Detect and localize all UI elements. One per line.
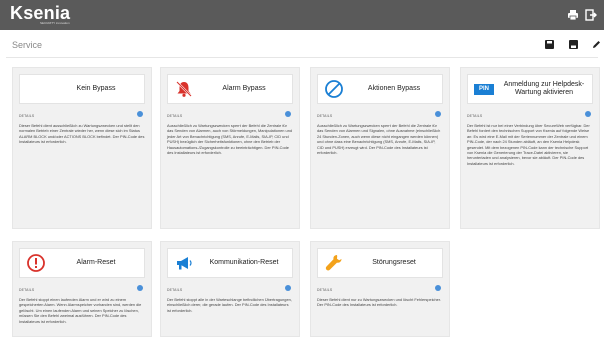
page-title: Service [12,40,43,50]
info-icon[interactable] [137,111,143,117]
card-header[interactable]: Kein Bypass [19,74,145,104]
card-kein-bypass[interactable]: Kein Bypass DETAILS Dieser Befehl dient … [12,67,152,229]
logo-tagline: SECURITY innovation [40,21,70,25]
card-header[interactable]: Kommunikation-Reset [167,248,293,278]
card-header[interactable]: Alarm Bypass [167,74,293,104]
info-icon[interactable] [285,285,291,291]
details-label: DETAILS [19,288,35,292]
card-header[interactable]: Störungsreset [317,248,443,278]
card-description: Ausschließlich zu Wartungszwecken sperrt… [167,123,293,156]
details-label: DETAILS [167,288,183,292]
pin-icon: PIN [474,84,494,95]
details-label: DETAILS [19,114,35,118]
info-icon[interactable] [285,111,291,117]
card-title: Alarm Bypass [222,85,266,92]
details-label: DETAILS [467,114,483,118]
card-alarm-reset[interactable]: Alarm-Reset DETAILS Der Befehl stoppt ei… [12,241,152,337]
save-icon[interactable] [545,40,554,49]
save-as-icon[interactable] [569,40,578,49]
card-description: Dieser Befehl dient nur zu Wartungszweck… [317,297,441,308]
logout-icon[interactable] [585,9,597,21]
card-kommunikation-reset[interactable]: Kommunikation-Reset DETAILS Der Befehl s… [160,241,300,337]
card-description: Dieser Befehl dient ausschließlich zu Wa… [19,123,145,145]
card-header[interactable]: Alarm-Reset [19,248,145,278]
card-title: Anmeldung zur Helpdesk-Wartung aktiviere… [503,81,585,96]
edit-pencil-icon[interactable] [592,40,601,49]
card-description: Der Befehl stoppt einen laufenden Alarm … [19,297,142,324]
card-stoerungsreset[interactable]: Störungsreset DETAILS Dieser Befehl dien… [310,241,450,337]
block-icon [325,80,343,98]
details-label: DETAILS [167,114,183,118]
card-description: Der Befehl stoppt alle in der Warteschla… [167,297,292,313]
card-title: Kommunikation-Reset [209,259,279,266]
info-icon[interactable] [585,111,591,117]
info-icon[interactable] [435,285,441,291]
blank-icon [26,79,46,99]
details-label: DETAILS [317,114,333,118]
info-icon[interactable] [435,111,441,117]
card-header[interactable]: PIN Anmeldung zur Helpdesk-Wartung aktiv… [467,74,593,104]
card-description: Ausschließlich zu Wartungszwecken sperrt… [317,123,441,156]
print-icon[interactable] [567,9,579,21]
card-description: Der Befehl ist nur bei einer Verbindung … [467,123,590,166]
header-divider [6,57,598,58]
service-page: Service Kein Bypass DETAILS Dieser Befeh… [0,30,604,343]
top-bar: Ksenia SECURITY innovation [0,0,604,30]
alert-circle-icon [27,254,45,272]
details-label: DETAILS [317,288,333,292]
info-icon[interactable] [137,285,143,291]
card-title: Kein Bypass [76,85,116,92]
megaphone-icon [177,257,192,270]
wrench-icon [325,255,342,271]
card-aktionen-bypass[interactable]: Aktionen Bypass DETAILS Ausschließlich z… [310,67,450,229]
card-title: Störungsreset [372,259,416,266]
card-header[interactable]: Aktionen Bypass [317,74,443,104]
card-title: Alarm-Reset [76,259,116,266]
card-title: Aktionen Bypass [367,85,421,92]
bell-off-icon [176,81,192,97]
card-alarm-bypass[interactable]: Alarm Bypass DETAILS Ausschließlich zu W… [160,67,300,229]
card-helpdesk-wartung[interactable]: PIN Anmeldung zur Helpdesk-Wartung aktiv… [460,67,600,229]
